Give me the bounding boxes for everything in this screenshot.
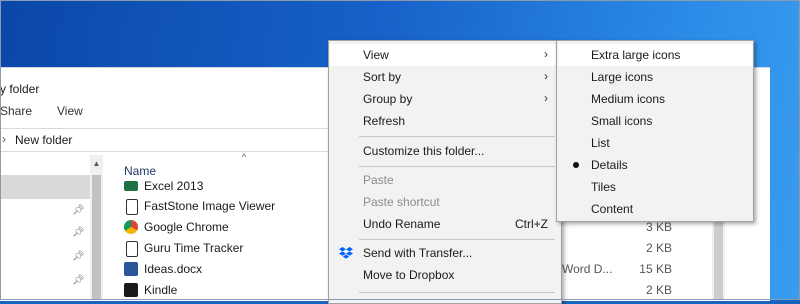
app-icon bbox=[126, 241, 138, 257]
context-menu: View › Sort by › Group by › Refresh Cust… bbox=[328, 40, 562, 304]
file-name: Google Chrome bbox=[144, 220, 229, 234]
submenu-item-label: Medium icons bbox=[591, 92, 666, 106]
submenu-item-label: List bbox=[591, 136, 610, 150]
breadcrumb[interactable]: New folder bbox=[15, 133, 72, 147]
menu-item-label: Refresh bbox=[363, 114, 406, 128]
kindle-icon bbox=[124, 283, 138, 297]
image-viewer-icon bbox=[126, 199, 138, 215]
menu-item-undo-rename[interactable]: Undo Rename Ctrl+Z bbox=[330, 213, 560, 235]
file-name: Ideas.docx bbox=[144, 262, 203, 276]
chrome-icon bbox=[124, 220, 138, 234]
nav-scrollbar[interactable]: ▲ bbox=[90, 155, 103, 300]
word-icon bbox=[124, 262, 138, 276]
submenu-item-medium-icons[interactable]: Medium icons bbox=[558, 88, 752, 110]
menu-item-label: Send with Transfer... bbox=[363, 246, 473, 260]
menu-item-paste-shortcut[interactable]: Paste shortcut bbox=[330, 191, 560, 213]
menu-item-label: Paste shortcut bbox=[363, 195, 440, 209]
chevron-right-icon: › bbox=[544, 47, 548, 61]
pin-icon[interactable]: 📌︎ bbox=[72, 251, 85, 263]
menu-item-customize-folder[interactable]: Customize this folder... bbox=[330, 140, 560, 162]
tab-share[interactable]: Share bbox=[0, 104, 32, 118]
tab-view[interactable]: View bbox=[57, 104, 83, 118]
file-size: 15 KB bbox=[639, 262, 672, 276]
nav-selected-item[interactable] bbox=[0, 175, 92, 199]
menu-item-label: Paste bbox=[363, 173, 394, 187]
sort-ascending-icon: ^ bbox=[242, 152, 247, 162]
submenu-item-label: Extra large icons bbox=[591, 48, 681, 62]
submenu-item-label: Small icons bbox=[591, 114, 653, 128]
menu-separator bbox=[359, 166, 555, 167]
file-size: 3 KB bbox=[645, 220, 672, 234]
submenu-item-label: Details bbox=[591, 158, 628, 172]
menu-item-shortcut: Ctrl+Z bbox=[515, 217, 548, 231]
submenu-item-extra-large-icons[interactable]: Extra large icons bbox=[558, 44, 752, 66]
name-column-header[interactable]: Name bbox=[124, 164, 156, 178]
menu-item-sort-by[interactable]: Sort by › bbox=[330, 66, 560, 88]
dropbox-icon bbox=[339, 246, 353, 260]
file-size: 2 KB bbox=[645, 283, 672, 297]
submenu-item-label: Content bbox=[591, 202, 634, 216]
pin-icon[interactable]: 📌︎ bbox=[72, 205, 85, 217]
file-type: Word D... bbox=[562, 262, 613, 276]
file-details: Word D... 15 KB bbox=[562, 260, 712, 280]
submenu-item-small-icons[interactable]: Small icons bbox=[558, 110, 752, 132]
submenu-item-list[interactable]: List bbox=[558, 132, 752, 154]
file-size: 2 KB bbox=[645, 241, 672, 255]
file-name: Kindle bbox=[144, 283, 178, 297]
menu-item-label: View bbox=[363, 48, 389, 62]
file-name: Guru Time Tracker bbox=[144, 241, 244, 255]
chevron-right-icon: › bbox=[544, 91, 548, 105]
scroll-up-icon[interactable]: ▲ bbox=[90, 159, 103, 168]
submenu-item-content[interactable]: Content bbox=[558, 198, 752, 220]
menu-separator bbox=[359, 239, 555, 240]
menu-item-label: Undo Rename bbox=[363, 217, 441, 231]
menu-item-send-with-transfer[interactable]: Send with Transfer... bbox=[330, 242, 560, 264]
menu-item-refresh[interactable]: Refresh bbox=[330, 110, 560, 132]
menu-item-move-to-dropbox[interactable]: Move to Dropbox bbox=[330, 264, 560, 286]
file-details: 2 KB bbox=[562, 281, 712, 301]
excel-icon bbox=[124, 181, 138, 191]
menu-item-paste[interactable]: Paste bbox=[330, 169, 560, 191]
file-name: Excel 2013 bbox=[144, 179, 204, 193]
view-submenu: Extra large icons Large icons Medium ico… bbox=[556, 40, 754, 222]
menu-item-view[interactable]: View › bbox=[330, 44, 560, 66]
menu-separator bbox=[359, 136, 555, 137]
menu-separator bbox=[359, 292, 555, 293]
menu-item-label: Sort by bbox=[363, 70, 402, 84]
selected-bullet-icon bbox=[573, 162, 579, 168]
submenu-item-label: Large icons bbox=[591, 70, 654, 84]
pin-icon[interactable]: 📌︎ bbox=[72, 227, 85, 239]
pin-icon[interactable]: 📌︎ bbox=[72, 275, 85, 287]
chevron-right-icon: › bbox=[544, 69, 548, 83]
navigation-pane: 📌︎ 📌︎ 📌︎ 📌︎ bbox=[0, 155, 103, 300]
menu-item-group-by[interactable]: Group by › bbox=[330, 88, 560, 110]
submenu-item-details[interactable]: Details bbox=[558, 154, 752, 176]
chevron-right-icon: › bbox=[2, 132, 6, 146]
window-title: y folder bbox=[0, 82, 40, 96]
scroll-thumb[interactable] bbox=[92, 175, 101, 300]
submenu-item-large-icons[interactable]: Large icons bbox=[558, 66, 752, 88]
menu-item-label: Customize this folder... bbox=[363, 144, 485, 158]
menu-item-label: Move to Dropbox bbox=[363, 268, 455, 282]
file-details: 2 KB bbox=[562, 239, 712, 259]
submenu-item-tiles[interactable]: Tiles bbox=[558, 176, 752, 198]
submenu-item-label: Tiles bbox=[591, 180, 616, 194]
menu-item-label: Group by bbox=[363, 92, 413, 106]
file-name: FastStone Image Viewer bbox=[144, 199, 276, 213]
